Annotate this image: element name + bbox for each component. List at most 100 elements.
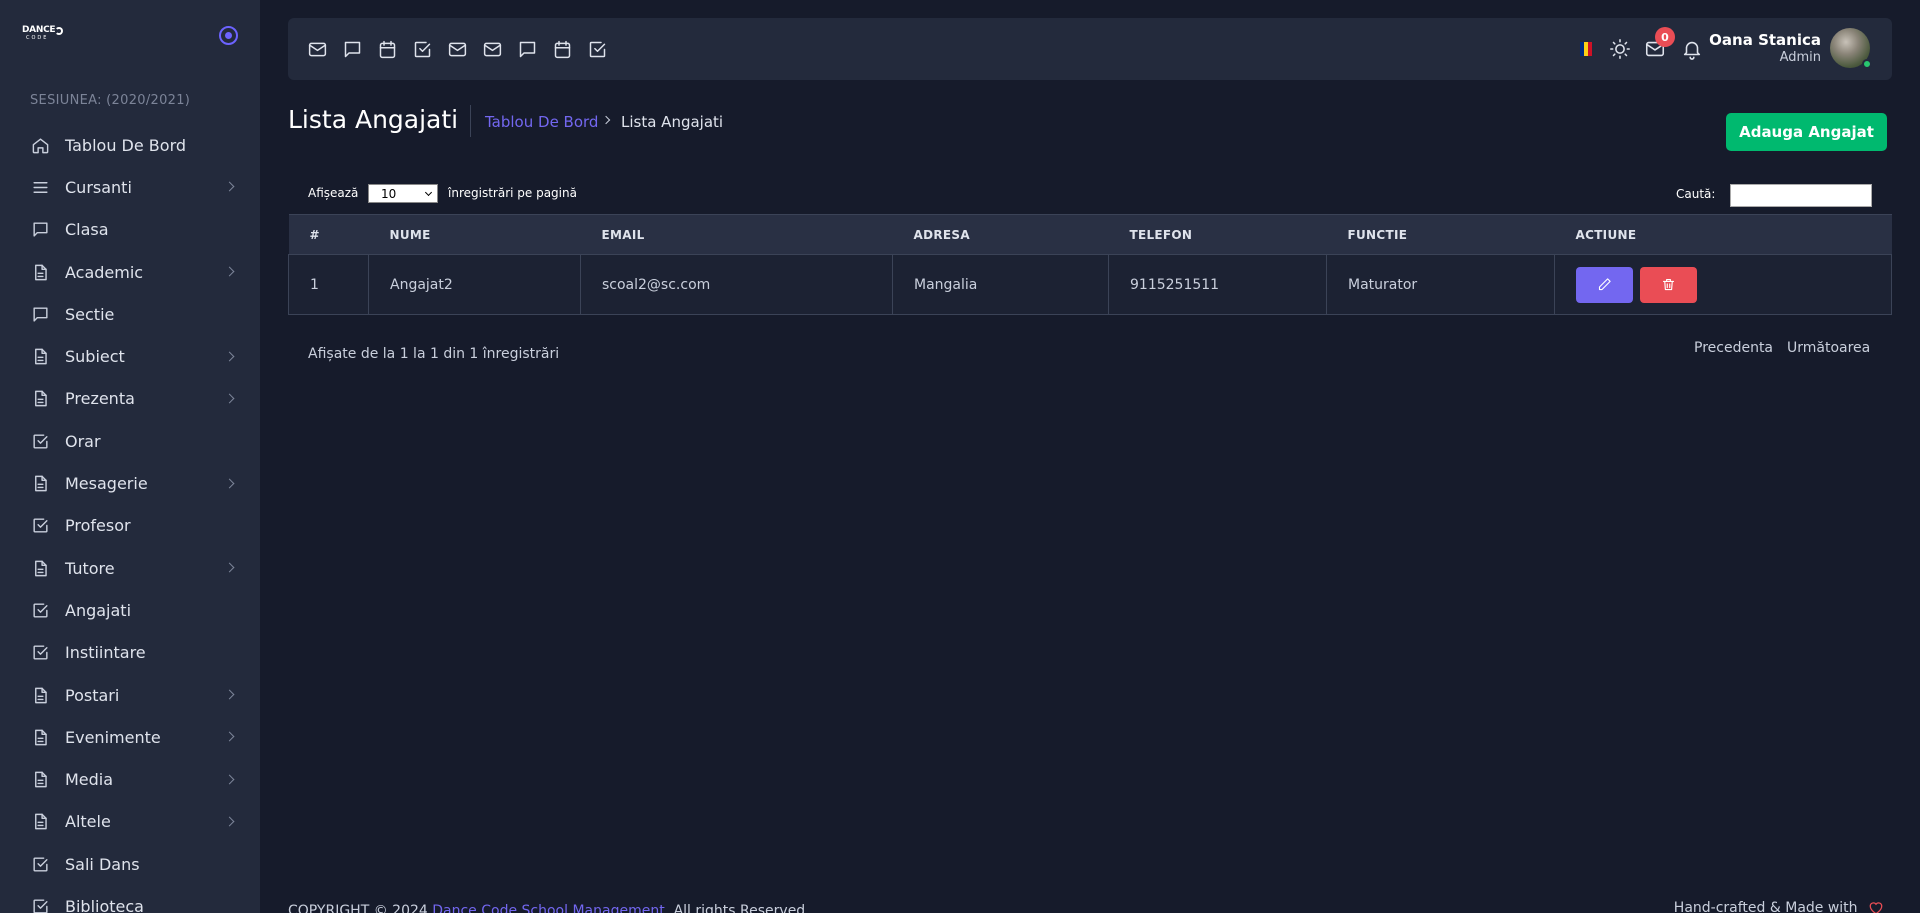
- chat-icon: [30, 220, 50, 240]
- file-icon: [30, 558, 50, 578]
- table-info: Afișate de la 1 la 1 din 1 înregistrări: [308, 346, 560, 362]
- brand-line2: CODE: [26, 35, 49, 41]
- pagination-previous[interactable]: Precedenta: [1694, 340, 1773, 356]
- add-employee-button[interactable]: Adauga Angajat: [1726, 113, 1887, 151]
- sidebar-item-instiintare[interactable]: Instiintare: [0, 632, 260, 674]
- file-icon: [30, 727, 50, 747]
- edit-button[interactable]: [1576, 266, 1633, 303]
- check-square-icon[interactable]: [411, 38, 433, 60]
- file-icon: [30, 812, 50, 832]
- column-header-address[interactable]: ADRESA: [892, 214, 1109, 255]
- sidebar-item-tablou-de-bord[interactable]: Tablou De Bord: [0, 124, 260, 166]
- sidebar-item-mesagerie[interactable]: Mesagerie: [0, 462, 260, 504]
- check-square-icon[interactable]: [586, 38, 608, 60]
- sidebar-item-biblioteca[interactable]: Biblioteca: [0, 885, 260, 913]
- file-icon: [30, 389, 50, 409]
- table-header-row: # NUME EMAIL ADRESA TELEFON FUNCTIE ACTI…: [288, 214, 1892, 255]
- language-flag-icon[interactable]: [1580, 42, 1592, 56]
- sidebar-item-cursanti[interactable]: Cursanti: [0, 166, 260, 208]
- sidebar-item-tutore[interactable]: Tutore: [0, 547, 260, 589]
- mail-icon[interactable]: [306, 38, 328, 60]
- chat-icon[interactable]: [341, 38, 363, 60]
- sidebar-item-prezenta[interactable]: Prezenta: [0, 378, 260, 420]
- cell-phone: 9115251511: [1108, 254, 1327, 315]
- column-header-phone[interactable]: TELEFON: [1108, 214, 1327, 255]
- file-icon: [30, 770, 50, 790]
- sidebar-item-clasa[interactable]: Clasa: [0, 209, 260, 251]
- chevron-right-icon: [224, 731, 235, 742]
- user-name[interactable]: Oana Stanica: [1709, 31, 1821, 49]
- check-square-icon: [30, 896, 50, 913]
- sidebar-item-postari[interactable]: Postari: [0, 674, 260, 716]
- sidebar-item-profesor[interactable]: Profesor: [0, 505, 260, 547]
- search-label: Caută:: [1676, 187, 1716, 201]
- chevron-right-icon: [224, 774, 235, 785]
- copyright-suffix: , All rights Reserved: [664, 903, 806, 913]
- sidebar-item-label: Angajati: [65, 600, 132, 620]
- sidebar-item-label: Altele: [65, 812, 111, 832]
- logo-mark-icon: [55, 27, 63, 35]
- calendar-icon[interactable]: [551, 38, 573, 60]
- column-header-email[interactable]: EMAIL: [580, 214, 893, 255]
- company-link[interactable]: Dance Code School Management: [432, 903, 664, 913]
- chevron-right-icon: [224, 266, 235, 277]
- breadcrumb-chevron-icon: [601, 115, 611, 125]
- sidebar-item-evenimente[interactable]: Evenimente: [0, 716, 260, 758]
- chevron-right-icon: [224, 562, 235, 573]
- sidebar-item-subiect[interactable]: Subiect: [0, 335, 260, 377]
- sidebar-item-label: Orar: [65, 431, 101, 451]
- mail-icon[interactable]: [481, 38, 503, 60]
- sidebar-toggle-icon[interactable]: [219, 26, 238, 45]
- column-header-name[interactable]: NUME: [368, 214, 581, 255]
- show-entries-label: Afișează: [308, 186, 359, 200]
- sidebar-item-sali-dans[interactable]: Sali Dans: [0, 843, 260, 885]
- cell-name: Angajat2: [368, 254, 581, 315]
- search-input[interactable]: [1730, 184, 1872, 207]
- column-header-function[interactable]: FUNCTIE: [1326, 214, 1555, 255]
- sidebar-item-label: Cursanti: [65, 177, 132, 197]
- sidebar-item-orar[interactable]: Orar: [0, 420, 260, 462]
- footer-copyright: COPYRIGHT © 2024 Dance Code School Manag…: [288, 903, 805, 913]
- pencil-icon: [1598, 278, 1611, 291]
- file-icon: [30, 685, 50, 705]
- sidebar-item-academic[interactable]: Academic: [0, 251, 260, 293]
- mail-icon[interactable]: [446, 38, 468, 60]
- breadcrumb-home-link[interactable]: Tablou De Bord: [485, 113, 598, 131]
- per-page-label: înregistrări pe pagină: [448, 186, 577, 200]
- bell-icon[interactable]: [1680, 37, 1704, 61]
- sidebar-item-altele[interactable]: Altele: [0, 801, 260, 843]
- cell-actions: [1554, 254, 1892, 315]
- sidebar-item-label: Biblioteca: [65, 896, 144, 913]
- cell-email: scoal2@sc.com: [580, 254, 893, 315]
- sidebar-item-label: Academic: [65, 262, 144, 282]
- chat-icon: [30, 304, 50, 324]
- chat-icon[interactable]: [516, 38, 538, 60]
- check-square-icon: [30, 516, 50, 536]
- pagination-next[interactable]: Următoarea: [1787, 340, 1870, 356]
- delete-button[interactable]: [1640, 266, 1697, 303]
- notification-badge: 0: [1655, 27, 1675, 47]
- sidebar-item-label: Sali Dans: [65, 854, 140, 874]
- page-title: Lista Angajati: [288, 105, 459, 134]
- sidebar-item-angajati[interactable]: Angajati: [0, 589, 260, 631]
- sidebar-item-sectie[interactable]: Sectie: [0, 293, 260, 335]
- column-header-number[interactable]: #: [288, 214, 369, 255]
- list-icon: [30, 177, 50, 197]
- sidebar-item-media[interactable]: Media: [0, 758, 260, 800]
- cell-address: Mangalia: [892, 254, 1109, 315]
- sidebar-item-label: Prezenta: [65, 389, 135, 409]
- check-square-icon: [30, 600, 50, 620]
- sidebar-nav: Tablou De Bord Cursanti Clasa Academic Secti…: [0, 124, 260, 913]
- page-size-select[interactable]: 10: [368, 184, 438, 203]
- sun-icon[interactable]: [1608, 37, 1632, 61]
- column-header-actions: ACTIUNE: [1554, 214, 1892, 255]
- check-square-icon: [30, 431, 50, 451]
- calendar-icon[interactable]: [376, 38, 398, 60]
- sidebar: DANCE CODE SESIUNEA: (2020/2021) Tablou …: [0, 0, 260, 913]
- sidebar-item-label: Mesagerie: [65, 474, 148, 494]
- chevron-right-icon: [224, 478, 235, 488]
- home-icon: [30, 135, 50, 155]
- copyright-prefix: COPYRIGHT © 2024: [288, 903, 433, 913]
- brand-logo[interactable]: DANCE CODE: [22, 26, 63, 42]
- check-square-icon: [30, 643, 50, 663]
